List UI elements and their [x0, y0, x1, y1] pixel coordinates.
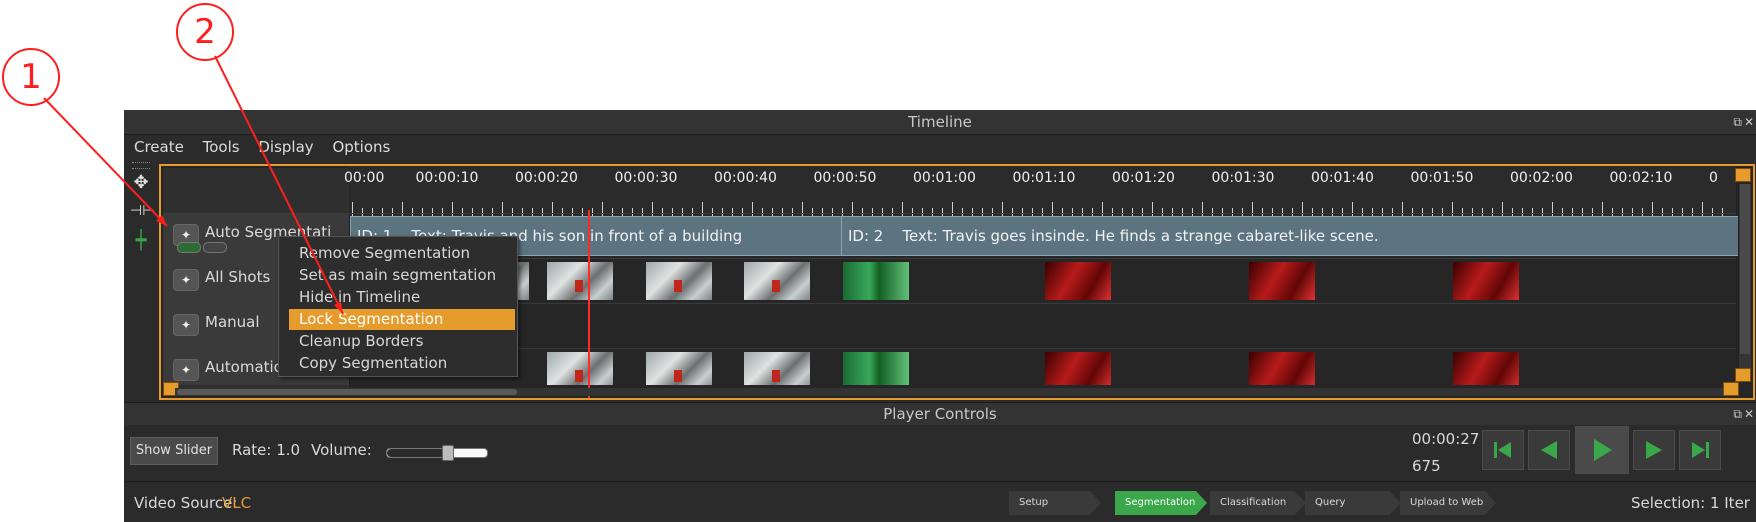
shot-thumbnail[interactable]	[843, 352, 909, 385]
scrollbar-thumb[interactable]	[1740, 184, 1750, 354]
shot-thumbnail[interactable]	[1045, 352, 1111, 385]
shot-thumbnail[interactable]	[744, 262, 810, 300]
ruler-label: 00:00	[344, 170, 385, 186]
step-upload-to-web[interactable]: Upload to Web	[1400, 491, 1496, 515]
split-icon[interactable]: ⊣⊢	[130, 200, 154, 222]
playhead[interactable]	[588, 210, 590, 398]
status-bar: Video Source: VLC Setup Segmentation Cla…	[124, 481, 1756, 522]
close-icon[interactable]: ✕	[1744, 403, 1754, 425]
menu-item-lock-segmentation[interactable]: Lock Segmentation	[289, 309, 515, 330]
shot-thumbnail[interactable]	[547, 352, 613, 385]
scroll-down-button[interactable]	[1735, 368, 1751, 382]
current-time: 00:00:27	[1412, 430, 1480, 448]
current-frame: 675	[1412, 457, 1441, 475]
float-icon[interactable]: ⧉	[1733, 110, 1742, 134]
skip-back-button[interactable]	[1482, 430, 1524, 470]
segment-id: ID: 2	[848, 227, 884, 245]
menu-item-hide-in-timeline[interactable]: Hide in Timeline	[289, 287, 515, 308]
volume-fill	[387, 449, 445, 457]
segment-text: Text: Travis goes insinde. He finds a st…	[902, 227, 1379, 245]
rate-label: Rate: 1.0	[232, 441, 301, 459]
selection-count: Selection: 1 Iter	[1631, 494, 1750, 512]
ruler-label: 00:01:30	[1211, 170, 1275, 186]
ruler-label: 00:00:30	[614, 170, 678, 186]
annotation-marker-1: 1	[2, 48, 60, 106]
track-lock-toggle[interactable]	[203, 242, 227, 253]
step-forward-icon	[1646, 441, 1662, 459]
ruler-label: 00:01:00	[913, 170, 976, 186]
panel-title: Player Controls	[883, 405, 997, 423]
ruler-label: 00:00:20	[515, 170, 578, 186]
annotation-marker-2: 2	[176, 3, 234, 61]
pin-icon[interactable]: ✦	[173, 269, 199, 291]
volume-label: Volume:	[311, 441, 372, 459]
menu-item-remove-segmentation[interactable]: Remove Segmentation	[289, 243, 515, 264]
scrollbar-thumb[interactable]	[177, 389, 517, 395]
shot-thumbnail[interactable]	[1453, 262, 1519, 300]
close-icon[interactable]: ✕	[1744, 110, 1754, 134]
time-ruler[interactable]: 00:00 00:00:10 00:00:20 00:00:30 00:00:40 00:…	[344, 166, 1736, 216]
step-segmentation[interactable]: Segmentation	[1115, 491, 1207, 515]
vertical-scrollbar[interactable]	[1738, 184, 1751, 382]
ruler-label: 00:01:10	[1012, 170, 1076, 186]
step-forward-button[interactable]	[1633, 430, 1675, 470]
shot-thumbnail[interactable]	[1045, 262, 1111, 300]
pin-icon[interactable]: ✦	[173, 314, 199, 336]
menu-item-copy-segmentation[interactable]: Copy Segmentation	[289, 353, 515, 374]
menu-create[interactable]: Create	[134, 138, 184, 156]
shot-thumbnail[interactable]	[646, 352, 712, 385]
volume-handle[interactable]	[442, 445, 454, 461]
toolbar-handle[interactable]	[132, 162, 150, 169]
shot-thumbnail[interactable]	[646, 262, 712, 300]
ruler-label: 00:01:50	[1410, 170, 1474, 186]
ruler-label: 00:00:40	[714, 170, 777, 186]
track-visibility-toggle[interactable]	[177, 242, 201, 253]
volume-slider[interactable]	[386, 445, 488, 461]
pin-icon[interactable]: ✦	[173, 359, 199, 381]
ruler-label: 00:01:20	[1112, 170, 1175, 186]
menu-item-cleanup-borders[interactable]: Cleanup Borders	[289, 331, 515, 352]
player-controls-titlebar: Player Controls ⧉ ✕	[124, 402, 1756, 425]
cut-icon[interactable]: ┿	[130, 230, 152, 252]
play-icon	[1594, 439, 1612, 461]
step-setup[interactable]: Setup	[1009, 491, 1101, 515]
timeline-titlebar: Timeline ⧉ ✕	[124, 110, 1756, 135]
window-title: Timeline	[908, 113, 972, 131]
ruler-label: 00:01:40	[1311, 170, 1374, 186]
show-slider-button[interactable]: Show Slider	[130, 437, 218, 465]
ruler-corner-button[interactable]	[1735, 168, 1751, 182]
menu-options[interactable]: Options	[332, 138, 390, 156]
skip-back-icon	[1494, 442, 1511, 458]
shot-thumbnail[interactable]	[1453, 352, 1519, 385]
menu-display[interactable]: Display	[258, 138, 313, 156]
menu-item-set-main-segmentation[interactable]: Set as main segmentation	[289, 265, 515, 286]
play-button[interactable]	[1575, 426, 1629, 474]
ruler-label: 00:02:10	[1609, 170, 1673, 186]
step-back-icon	[1541, 441, 1557, 459]
step-classification[interactable]: Classification	[1210, 491, 1306, 515]
video-source-value: VLC	[222, 494, 252, 512]
step-query[interactable]: Query	[1305, 491, 1401, 515]
move-icon[interactable]: ✥	[130, 172, 152, 194]
shot-thumbnail[interactable]	[547, 262, 613, 300]
shot-thumbnail[interactable]	[1249, 262, 1315, 300]
skip-forward-icon	[1692, 442, 1709, 458]
horizontal-scrollbar[interactable]	[175, 388, 1735, 396]
ruler-label: 00:00:10	[415, 170, 479, 186]
shot-thumbnail[interactable]	[744, 352, 810, 385]
ruler-label: 00:02:00	[1510, 170, 1573, 186]
step-back-button[interactable]	[1528, 430, 1570, 470]
menu-tools[interactable]: Tools	[203, 138, 240, 156]
skip-forward-button[interactable]	[1679, 430, 1721, 470]
context-menu: Remove Segmentation Set as main segmenta…	[278, 236, 518, 377]
ruler-label: 00:00:50	[813, 170, 877, 186]
shot-thumbnail[interactable]	[843, 262, 909, 300]
scroll-right-button[interactable]	[1723, 382, 1739, 396]
float-icon[interactable]: ⧉	[1733, 403, 1742, 425]
menu-bar: Create Tools Display Options	[124, 134, 1756, 160]
ruler-label: 0	[1709, 170, 1718, 186]
shot-thumbnail[interactable]	[1249, 352, 1315, 385]
segment-2[interactable]: ID: 2 Text: Travis goes insinde. He find…	[841, 216, 1744, 256]
